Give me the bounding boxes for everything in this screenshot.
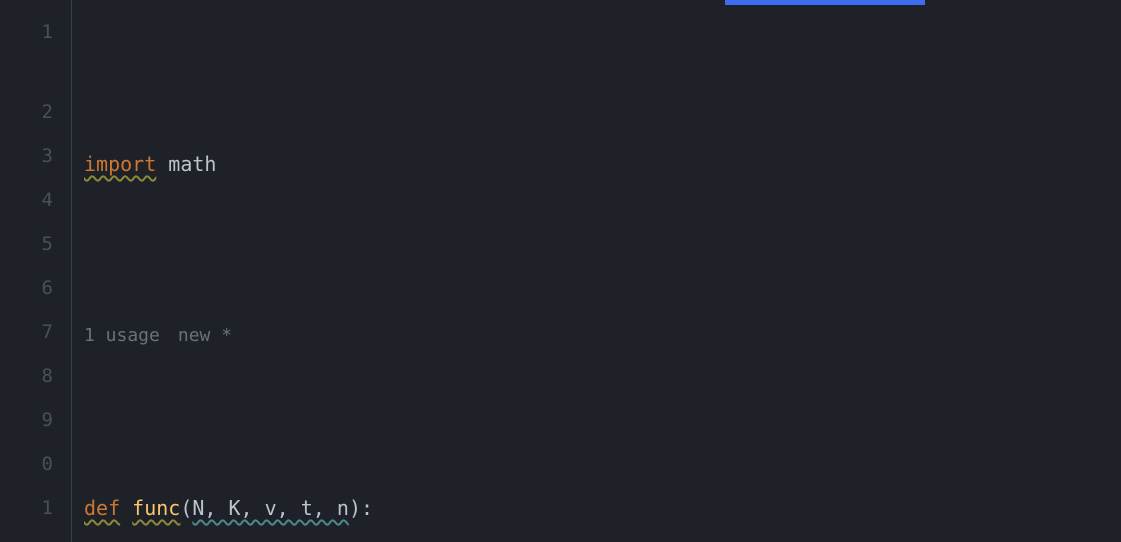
line-number: 9 — [0, 398, 71, 442]
code-area[interactable]: import math 1 usage new * def func(N, K, … — [72, 0, 1121, 542]
function-name: func — [132, 486, 180, 530]
module-name: math — [168, 142, 216, 186]
author-annotation[interactable]: new * — [178, 325, 232, 346]
line-gutter: 1 2 3 4 5 6 7 8 9 0 1 — [0, 0, 72, 542]
params: N, K, v, t, n — [192, 486, 349, 530]
code-line[interactable]: import math — [84, 142, 1121, 186]
line-number: 5 — [0, 222, 71, 266]
code-line[interactable]: def func(N, K, v, t, n): — [84, 486, 1121, 530]
tab-highlight — [725, 0, 925, 5]
line-number: 1 — [0, 486, 71, 530]
punct: ): — [349, 486, 373, 530]
line-number: 1 — [0, 10, 71, 54]
line-number: 6 — [0, 266, 71, 310]
line-number: 2 — [0, 90, 71, 134]
usage-count[interactable]: 1 usage — [84, 325, 160, 346]
line-number: 0 — [0, 442, 71, 486]
punct: ( — [180, 486, 192, 530]
line-number: 7 — [0, 310, 71, 354]
line-number: 4 — [0, 178, 71, 222]
inlay-meta[interactable]: 1 usage new * — [84, 318, 1121, 354]
keyword-def: def — [84, 486, 120, 530]
keyword-import: import — [84, 142, 156, 186]
line-number: 3 — [0, 134, 71, 178]
code-editor[interactable]: 1 2 3 4 5 6 7 8 9 0 1 import math 1 usag… — [0, 0, 1121, 542]
line-number — [0, 54, 71, 90]
line-number: 8 — [0, 354, 71, 398]
